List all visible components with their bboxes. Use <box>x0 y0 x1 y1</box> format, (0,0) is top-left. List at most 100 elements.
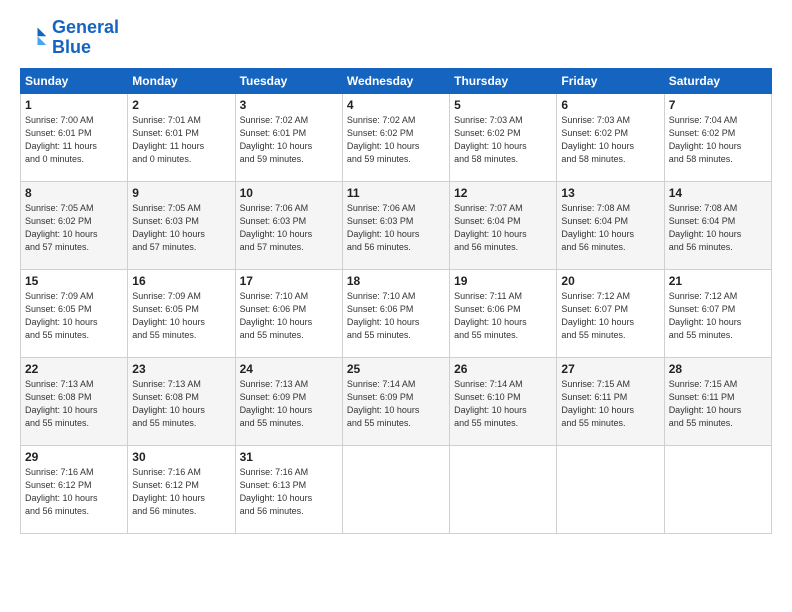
day-number: 18 <box>347 274 445 288</box>
day-number: 20 <box>561 274 659 288</box>
calendar-cell: 17Sunrise: 7:10 AM Sunset: 6:06 PM Dayli… <box>235 269 342 357</box>
logo-text: General Blue <box>52 18 119 58</box>
calendar-cell: 15 Sunrise: 7:09 AM Sunset: 6:05 PM Dayli… <box>21 269 128 357</box>
day-number: 19 <box>454 274 552 288</box>
calendar-week-row: 8 Sunrise: 7:05 AM Sunset: 6:02 PM Daylig… <box>21 181 772 269</box>
day-info: Sunrise: 7:08 AM Sunset: 6:04 PM Dayligh… <box>561 202 659 254</box>
day-number: 3 <box>240 98 338 112</box>
day-info: Sunrise: 7:16 AM Sunset: 6:13 PM Dayligh… <box>240 466 338 518</box>
day-info: Sunrise: 7:05 AM Sunset: 6:02 PM Dayligh… <box>25 202 123 254</box>
day-info: Sunrise: 7:03 AM Sunset: 6:02 PM Dayligh… <box>561 114 659 166</box>
logo-icon <box>20 24 48 52</box>
day-number: 31 <box>240 450 338 464</box>
day-info: Sunrise: 7:08 AM Sunset: 6:04 PM Dayligh… <box>669 202 767 254</box>
calendar-header-cell: Friday <box>557 68 664 93</box>
day-number: 29 <box>25 450 123 464</box>
header: General Blue <box>20 18 772 58</box>
calendar-cell: 18Sunrise: 7:10 AM Sunset: 6:06 PM Dayli… <box>342 269 449 357</box>
day-info: Sunrise: 7:13 AM Sunset: 6:09 PM Dayligh… <box>240 378 338 430</box>
calendar-cell: 28 Sunrise: 7:15 AM Sunset: 6:11 PM Dayli… <box>664 357 771 445</box>
day-number: 7 <box>669 98 767 112</box>
day-info: Sunrise: 7:15 AM Sunset: 6:11 PM Dayligh… <box>669 378 767 430</box>
day-info: Sunrise: 7:14 AM Sunset: 6:10 PM Dayligh… <box>454 378 552 430</box>
calendar-cell: 5Sunrise: 7:03 AM Sunset: 6:02 PM Daylig… <box>450 93 557 181</box>
calendar-cell: 27 Sunrise: 7:15 AM Sunset: 6:11 PM Dayli… <box>557 357 664 445</box>
day-info: Sunrise: 7:12 AM Sunset: 6:07 PM Dayligh… <box>669 290 767 342</box>
calendar-cell: 3 Sunrise: 7:02 AM Sunset: 6:01 PM Daylig… <box>235 93 342 181</box>
calendar-cell: 26 Sunrise: 7:14 AM Sunset: 6:10 PM Dayli… <box>450 357 557 445</box>
calendar-cell: 8 Sunrise: 7:05 AM Sunset: 6:02 PM Daylig… <box>21 181 128 269</box>
calendar-cell: 11 Sunrise: 7:06 AM Sunset: 6:03 PM Dayli… <box>342 181 449 269</box>
calendar-cell <box>342 445 449 533</box>
day-number: 9 <box>132 186 230 200</box>
calendar-cell: 24 Sunrise: 7:13 AM Sunset: 6:09 PM Dayli… <box>235 357 342 445</box>
day-info: Sunrise: 7:04 AM Sunset: 6:02 PM Dayligh… <box>669 114 767 166</box>
calendar-cell: 14 Sunrise: 7:08 AM Sunset: 6:04 PM Dayli… <box>664 181 771 269</box>
day-number: 30 <box>132 450 230 464</box>
day-info: Sunrise: 7:07 AM Sunset: 6:04 PM Dayligh… <box>454 202 552 254</box>
day-info: Sunrise: 7:02 AM Sunset: 6:02 PM Dayligh… <box>347 114 445 166</box>
calendar-cell: 23Sunrise: 7:13 AM Sunset: 6:08 PM Dayli… <box>128 357 235 445</box>
calendar-header-cell: Wednesday <box>342 68 449 93</box>
calendar-cell: 31 Sunrise: 7:16 AM Sunset: 6:13 PM Dayli… <box>235 445 342 533</box>
calendar: SundayMondayTuesdayWednesdayThursdayFrid… <box>20 68 772 534</box>
day-info: Sunrise: 7:15 AM Sunset: 6:11 PM Dayligh… <box>561 378 659 430</box>
calendar-header-cell: Monday <box>128 68 235 93</box>
day-info: Sunrise: 7:13 AM Sunset: 6:08 PM Dayligh… <box>25 378 123 430</box>
calendar-cell <box>664 445 771 533</box>
day-number: 1 <box>25 98 123 112</box>
day-info: Sunrise: 7:05 AM Sunset: 6:03 PM Dayligh… <box>132 202 230 254</box>
day-number: 10 <box>240 186 338 200</box>
day-number: 28 <box>669 362 767 376</box>
day-number: 21 <box>669 274 767 288</box>
day-number: 5 <box>454 98 552 112</box>
day-number: 15 <box>25 274 123 288</box>
day-info: Sunrise: 7:11 AM Sunset: 6:06 PM Dayligh… <box>454 290 552 342</box>
calendar-week-row: 15 Sunrise: 7:09 AM Sunset: 6:05 PM Dayli… <box>21 269 772 357</box>
calendar-cell: 1 Sunrise: 7:00 AM Sunset: 6:01 PM Daylig… <box>21 93 128 181</box>
calendar-cell: 25Sunrise: 7:14 AM Sunset: 6:09 PM Dayli… <box>342 357 449 445</box>
logo: General Blue <box>20 18 119 58</box>
calendar-week-row: 22 Sunrise: 7:13 AM Sunset: 6:08 PM Dayli… <box>21 357 772 445</box>
day-number: 6 <box>561 98 659 112</box>
day-number: 2 <box>132 98 230 112</box>
day-info: Sunrise: 7:10 AM Sunset: 6:06 PM Dayligh… <box>240 290 338 342</box>
calendar-header-cell: Sunday <box>21 68 128 93</box>
day-number: 25 <box>347 362 445 376</box>
calendar-cell: 6 Sunrise: 7:03 AM Sunset: 6:02 PM Daylig… <box>557 93 664 181</box>
calendar-cell: 7 Sunrise: 7:04 AM Sunset: 6:02 PM Daylig… <box>664 93 771 181</box>
calendar-cell: 12 Sunrise: 7:07 AM Sunset: 6:04 PM Dayli… <box>450 181 557 269</box>
day-info: Sunrise: 7:00 AM Sunset: 6:01 PM Dayligh… <box>25 114 123 166</box>
day-number: 13 <box>561 186 659 200</box>
day-info: Sunrise: 7:09 AM Sunset: 6:05 PM Dayligh… <box>25 290 123 342</box>
calendar-cell: 22 Sunrise: 7:13 AM Sunset: 6:08 PM Dayli… <box>21 357 128 445</box>
calendar-week-row: 29 Sunrise: 7:16 AM Sunset: 6:12 PM Dayli… <box>21 445 772 533</box>
day-info: Sunrise: 7:02 AM Sunset: 6:01 PM Dayligh… <box>240 114 338 166</box>
calendar-cell: 2 Sunrise: 7:01 AM Sunset: 6:01 PM Daylig… <box>128 93 235 181</box>
day-number: 14 <box>669 186 767 200</box>
calendar-cell: 16 Sunrise: 7:09 AM Sunset: 6:05 PM Dayli… <box>128 269 235 357</box>
day-info: Sunrise: 7:06 AM Sunset: 6:03 PM Dayligh… <box>240 202 338 254</box>
day-number: 26 <box>454 362 552 376</box>
day-number: 16 <box>132 274 230 288</box>
calendar-week-row: 1 Sunrise: 7:00 AM Sunset: 6:01 PM Daylig… <box>21 93 772 181</box>
calendar-body: 1 Sunrise: 7:00 AM Sunset: 6:01 PM Daylig… <box>21 93 772 533</box>
day-info: Sunrise: 7:16 AM Sunset: 6:12 PM Dayligh… <box>132 466 230 518</box>
day-info: Sunrise: 7:09 AM Sunset: 6:05 PM Dayligh… <box>132 290 230 342</box>
day-number: 11 <box>347 186 445 200</box>
day-number: 12 <box>454 186 552 200</box>
calendar-cell: 10 Sunrise: 7:06 AM Sunset: 6:03 PM Dayli… <box>235 181 342 269</box>
day-number: 22 <box>25 362 123 376</box>
calendar-header-row: SundayMondayTuesdayWednesdayThursdayFrid… <box>21 68 772 93</box>
day-number: 23 <box>132 362 230 376</box>
day-number: 4 <box>347 98 445 112</box>
day-info: Sunrise: 7:06 AM Sunset: 6:03 PM Dayligh… <box>347 202 445 254</box>
day-info: Sunrise: 7:16 AM Sunset: 6:12 PM Dayligh… <box>25 466 123 518</box>
day-number: 27 <box>561 362 659 376</box>
calendar-cell: 20Sunrise: 7:12 AM Sunset: 6:07 PM Dayli… <box>557 269 664 357</box>
day-number: 24 <box>240 362 338 376</box>
page: General Blue SundayMondayTuesdayWednesda… <box>0 0 792 612</box>
calendar-cell <box>557 445 664 533</box>
day-number: 8 <box>25 186 123 200</box>
day-info: Sunrise: 7:01 AM Sunset: 6:01 PM Dayligh… <box>132 114 230 166</box>
